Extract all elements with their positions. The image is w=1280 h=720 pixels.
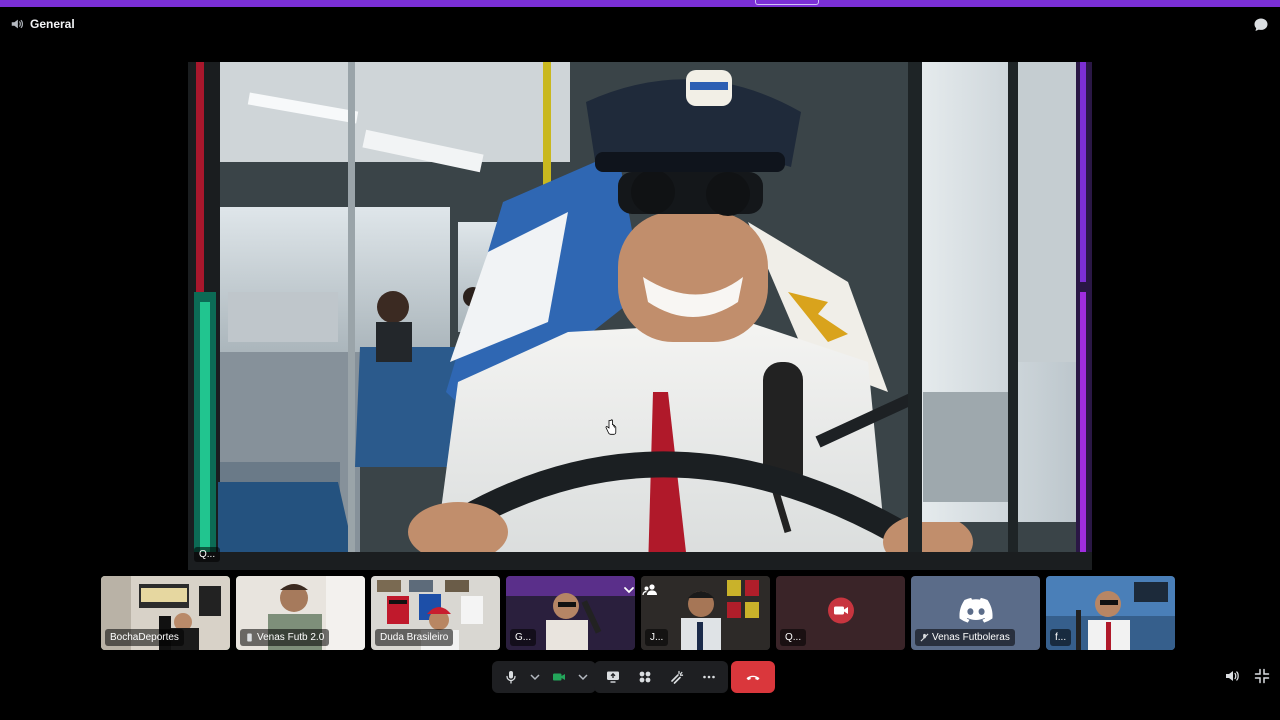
camera-off-indicator xyxy=(827,597,854,629)
microphone-button[interactable] xyxy=(498,664,524,690)
discord-avatar xyxy=(958,597,993,629)
participant-name-label: G... xyxy=(510,629,537,646)
participant-tile[interactable]: f... xyxy=(1046,576,1175,650)
participant-tile[interactable]: G... xyxy=(506,576,635,650)
more-icon xyxy=(703,675,715,679)
soundboard-button[interactable] xyxy=(664,664,690,690)
view-controls xyxy=(1224,668,1270,684)
hangup-controls xyxy=(731,661,775,693)
hangup-icon xyxy=(746,675,760,681)
disconnect-button[interactable] xyxy=(731,661,775,693)
mic-muted-icon xyxy=(920,633,929,642)
camera-icon xyxy=(827,597,854,624)
stream-video xyxy=(188,62,1092,570)
participant-name-label: Duda Brasileiro xyxy=(375,629,454,646)
action-group xyxy=(594,661,728,693)
activities-button[interactable] xyxy=(632,664,658,690)
participant-tile[interactable]: J... xyxy=(641,576,770,650)
audio-video-group xyxy=(492,661,596,693)
participant-tile[interactable]: Venas Futboleras xyxy=(911,576,1040,650)
activities-icon xyxy=(639,671,651,683)
participant-name-label: J... xyxy=(645,629,669,646)
popout-handle[interactable] xyxy=(755,0,819,5)
participant-name-label: Venas Futboleras xyxy=(915,629,1015,646)
participant-tile[interactable]: Duda Brasileiro xyxy=(371,576,500,650)
microphone-icon xyxy=(506,671,516,684)
screen-share-button[interactable] xyxy=(600,664,626,690)
top-accent-bar xyxy=(0,0,1280,7)
channel-header: General xyxy=(0,10,1280,38)
discord-logo-icon xyxy=(958,597,993,623)
mic-options-button[interactable] xyxy=(528,664,542,690)
call-controls xyxy=(492,661,596,693)
participant-tile[interactable]: BochaDeportes xyxy=(101,576,230,650)
hand-cursor-icon xyxy=(605,419,617,435)
more-options-button[interactable] xyxy=(696,664,722,690)
speaker-icon xyxy=(11,19,23,29)
participant-tile[interactable]: Q... xyxy=(776,576,905,650)
camera-icon xyxy=(553,673,565,681)
participant-name-label: f... xyxy=(1050,629,1072,646)
stream-overlay-controls xyxy=(622,582,658,598)
chat-bubble-icon[interactable] xyxy=(1253,17,1269,33)
volume-icon[interactable] xyxy=(1224,668,1240,684)
chevron-down-icon xyxy=(578,674,588,681)
participant-name-label: Venas Futb 2.0 xyxy=(240,629,330,646)
action-controls xyxy=(594,661,728,693)
people-icon[interactable] xyxy=(642,582,658,598)
channel-title: General xyxy=(30,17,75,31)
chevron-down-icon[interactable] xyxy=(622,583,636,597)
participant-tile[interactable]: Venas Futb 2.0 xyxy=(236,576,365,650)
stream-name-tag: Q... xyxy=(194,547,221,562)
soundboard-icon xyxy=(671,670,684,684)
participant-name-label: BochaDeportes xyxy=(105,629,184,646)
screen-share-icon xyxy=(607,671,619,683)
participant-name-label: Q... xyxy=(780,629,807,646)
phone-icon xyxy=(247,633,252,642)
chevron-down-icon xyxy=(530,674,540,681)
main-video-stream[interactable]: Q... xyxy=(188,62,1092,570)
exit-fullscreen-icon[interactable] xyxy=(1254,668,1270,684)
camera-button[interactable] xyxy=(546,664,572,690)
camera-options-button[interactable] xyxy=(576,664,590,690)
